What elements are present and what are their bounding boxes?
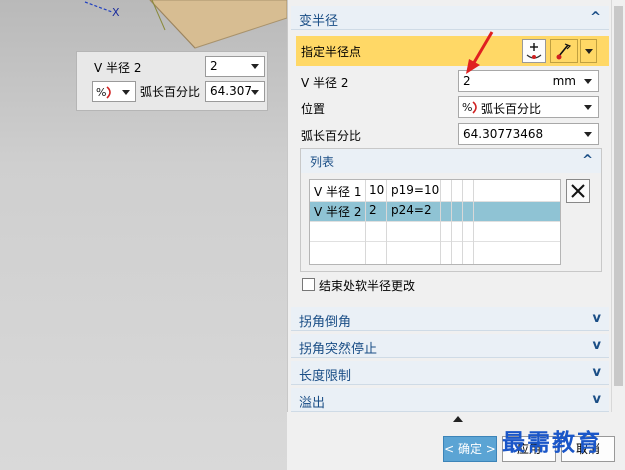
column-divider (386, 180, 387, 264)
list-header[interactable]: 列表 ^ (301, 149, 601, 173)
chevron-down-icon: v (592, 311, 601, 326)
graphics-viewport[interactable]: X V 半径 2 2 % 弧长百分比 64.307 (0, 0, 287, 470)
column-divider (462, 180, 463, 264)
percent-arc-icon: % (462, 101, 477, 114)
scrollbar-thumb[interactable] (614, 6, 623, 386)
section-overflow[interactable]: 溢出 v (291, 388, 609, 412)
popup-radius-label: V 半径 2 (94, 61, 142, 75)
chevron-down-icon: v (592, 392, 601, 407)
svg-text:%: % (462, 101, 472, 114)
row-expression: p19=10 (391, 183, 440, 197)
point-type-dropdown[interactable] (580, 39, 597, 63)
onscreen-input-box: V 半径 2 2 % 弧长百分比 64.307 (76, 51, 268, 111)
chevron-down-icon: v (592, 338, 601, 353)
popup-percent-value: 64.307 (210, 84, 252, 98)
annotation-arrow (466, 31, 494, 74)
row-name: V 半径 1 (314, 185, 362, 199)
row-divider (310, 221, 560, 222)
radius-unit: mm (552, 74, 576, 88)
close-icon (571, 184, 585, 198)
radius-list-table: V 半径 1 10 p19=10 V 半径 2 2 p24=2 (309, 179, 561, 265)
watermark-text: 最需教育 (502, 429, 602, 456)
section-title: 长度限制 (299, 369, 352, 384)
popup-mode-select[interactable]: % (92, 81, 136, 102)
dialog-panel: 变半径 ^ 指定半径点 V 半径 2 2 mm 位置 % 弧长百分比 弧长百分比… (287, 0, 625, 470)
soft-radius-change-label: 结束处软半径更改 (319, 279, 416, 293)
row-divider (310, 241, 560, 242)
position-label: 位置 (301, 102, 326, 116)
delete-row-button[interactable] (566, 179, 590, 203)
collapse-up-icon[interactable] (453, 416, 463, 422)
list-group: 列表 ^ V 半径 1 10 p19=10 V 半径 2 2 p24=2 (300, 148, 602, 272)
specify-point-label: 指定半径点 (301, 45, 362, 59)
chevron-down-icon (585, 49, 593, 54)
row-expression: p24=2 (391, 203, 432, 217)
chevron-down-icon (584, 105, 592, 110)
column-divider (473, 180, 474, 264)
radius-label: V 半径 2 (301, 76, 349, 90)
column-divider (365, 180, 366, 264)
section-title: 拐角突然停止 (299, 342, 378, 357)
chevron-up-icon: ^ (582, 153, 593, 168)
section-length-limit[interactable]: 长度限制 v (291, 361, 609, 385)
chevron-down-icon (251, 64, 259, 69)
section-corner-stop[interactable]: 拐角突然停止 v (291, 334, 609, 358)
dialog-scroll-area: 变半径 ^ 指定半径点 V 半径 2 2 mm 位置 % 弧长百分比 弧长百分比… (287, 0, 611, 412)
arc-percent-input[interactable]: 64.30773468 (458, 123, 599, 145)
column-divider (440, 180, 441, 264)
soft-radius-change-checkbox[interactable] (302, 278, 315, 291)
section-title: 溢出 (299, 396, 326, 411)
table-row-selected[interactable]: V 半径 2 2 p24=2 (310, 201, 560, 221)
popup-mode-label: 弧长百分比 (140, 85, 201, 99)
column-divider (451, 180, 452, 264)
point-snap-button[interactable] (550, 39, 578, 63)
ok-button[interactable]: < 确定 > (443, 436, 497, 462)
position-value: 弧长百分比 (481, 102, 542, 116)
point-snap-icon (556, 43, 572, 60)
chevron-down-icon (584, 132, 592, 137)
popup-radius-input[interactable]: 2 (205, 56, 265, 77)
arc-percent-value: 64.30773468 (463, 127, 544, 141)
row-radius: 2 (369, 203, 377, 217)
row-name: V 半径 2 (314, 205, 362, 219)
percent-arc-icon: % (96, 86, 111, 99)
svg-text:%: % (96, 86, 106, 99)
specify-point-row[interactable]: 指定半径点 (296, 36, 609, 66)
vertical-scrollbar[interactable] (611, 0, 625, 412)
position-select[interactable]: % 弧长百分比 (458, 96, 599, 118)
arc-percent-label: 弧长百分比 (301, 129, 362, 143)
section-title: 拐角倒角 (299, 315, 352, 330)
chevron-down-icon: v (592, 365, 601, 380)
row-divider (310, 201, 560, 202)
chevron-down-icon (584, 79, 592, 84)
chevron-down-icon (122, 90, 130, 95)
popup-percent-input[interactable]: 64.307 (205, 81, 265, 102)
x-axis-label: X (112, 6, 120, 19)
add-point-button[interactable] (522, 39, 546, 63)
chevron-up-icon: ^ (590, 10, 601, 25)
section-corner-chamfer[interactable]: 拐角倒角 v (291, 307, 609, 331)
list-title: 列表 (310, 155, 335, 169)
row-radius: 10 (369, 183, 385, 197)
popup-radius-value: 2 (210, 59, 218, 73)
section-variable-radius[interactable]: 变半径 ^ (291, 6, 609, 30)
add-point-icon (526, 43, 542, 59)
section-title: 变半径 (299, 14, 339, 29)
chevron-down-icon (251, 90, 259, 95)
table-row[interactable]: V 半径 1 10 p19=10 (310, 181, 560, 201)
